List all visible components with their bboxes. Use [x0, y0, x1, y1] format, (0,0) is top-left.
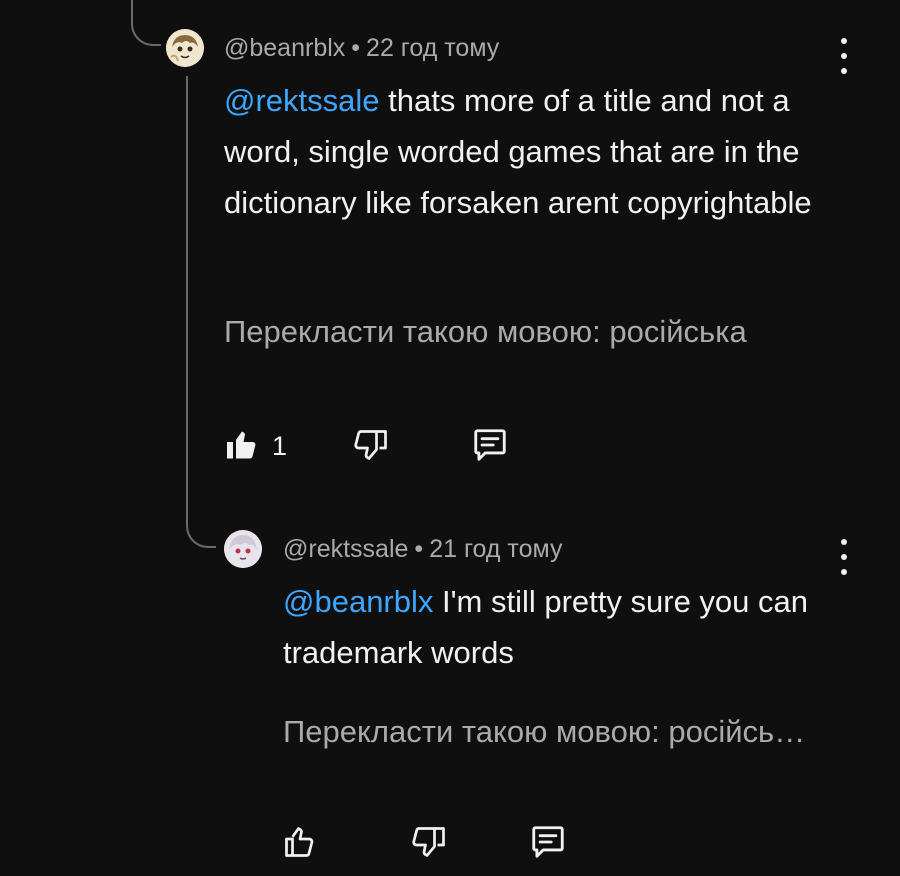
dislike-button[interactable] [408, 820, 452, 864]
author-name[interactable]: @beanrblx [224, 34, 345, 62]
dislike-button[interactable] [350, 423, 394, 467]
like-count: 1 [272, 431, 288, 461]
translate-link[interactable]: Перекласти такою мовою: російсь… [283, 714, 893, 750]
avatar[interactable] [224, 530, 262, 568]
comment-meta: @rektssale • 21 год тому [283, 535, 562, 564]
thumbs-down-icon [354, 430, 387, 460]
comment-time[interactable]: 21 год тому [429, 535, 562, 563]
reply-button[interactable] [468, 423, 512, 467]
meta-separator: • [351, 34, 361, 62]
translate-link[interactable]: Перекласти такою мовою: російська [224, 314, 864, 350]
meta-separator: • [414, 535, 424, 563]
anime-avatar-icon [224, 530, 262, 568]
thumbs-down-icon [412, 827, 445, 857]
reply-comment-icon [474, 429, 506, 461]
like-button[interactable] [220, 423, 264, 467]
more-vertical-icon[interactable] [834, 38, 854, 74]
reply-button[interactable] [526, 820, 570, 864]
mention-link[interactable]: @beanrblx [283, 584, 433, 619]
comment-text: @beanrblx I'm still pretty sure you can … [283, 576, 843, 678]
comment-meta: @beanrblx • 22 год тому [224, 34, 499, 63]
like-button[interactable] [278, 820, 322, 864]
thumbs-up-filled-icon [227, 431, 256, 459]
comment-text: @rektssale thats more of a title and not… [224, 75, 844, 228]
anime-avatar-icon [166, 29, 204, 67]
reply-comment-icon [532, 826, 564, 858]
thumbs-up-outline-icon [285, 827, 314, 857]
more-vertical-icon[interactable] [834, 539, 854, 575]
thread-line-reply [186, 76, 188, 506]
thread-connector-2 [186, 500, 216, 548]
comment-time[interactable]: 22 год тому [366, 34, 499, 62]
avatar[interactable] [166, 29, 204, 67]
author-name[interactable]: @rektssale [283, 535, 408, 563]
thread-connector-1 [131, 0, 161, 46]
mention-link[interactable]: @rektssale [224, 83, 380, 118]
